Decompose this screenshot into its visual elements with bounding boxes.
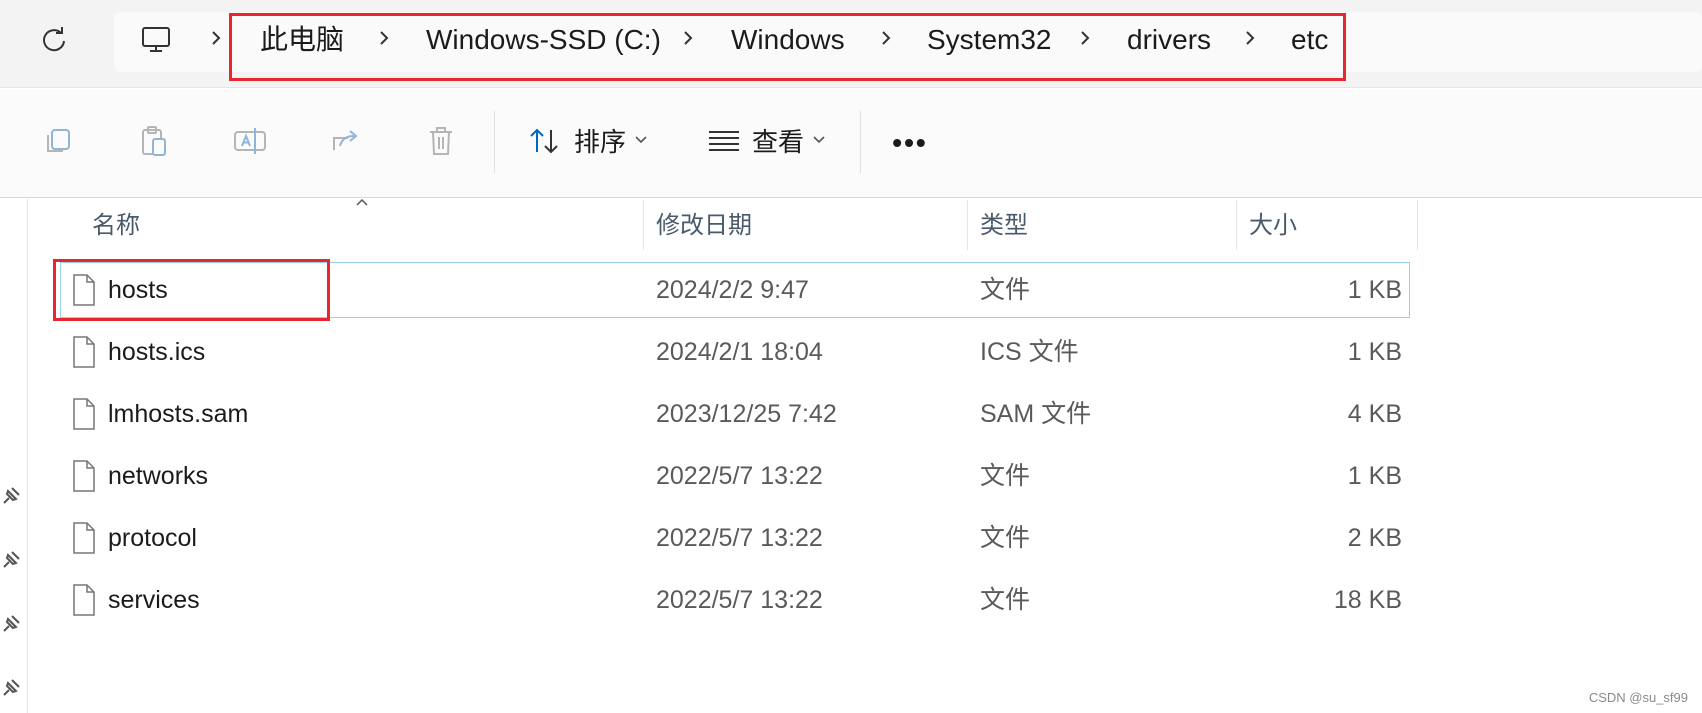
file-icon xyxy=(73,398,95,430)
view-label[interactable]: 查看 xyxy=(752,123,804,161)
chevron-down-icon[interactable] xyxy=(634,133,648,147)
delete-button[interactable] xyxy=(421,121,461,161)
file-name[interactable]: services xyxy=(108,583,200,617)
file-size: 2 KB xyxy=(1347,524,1402,552)
column-divider[interactable] xyxy=(1417,200,1418,250)
copy-icon xyxy=(47,129,70,152)
more-options-button[interactable]: ••• xyxy=(888,125,932,161)
file-size: 18 KB xyxy=(1333,586,1402,614)
paste-button[interactable] xyxy=(134,121,174,161)
file-type: 文件 xyxy=(980,586,1031,614)
sort-ascending-icon xyxy=(356,198,368,206)
chevron-right-icon[interactable] xyxy=(208,26,224,50)
file-date: 2023/12/25 7:42 xyxy=(656,400,837,428)
file-size: 1 KB xyxy=(1347,338,1402,366)
annotation-box-path xyxy=(229,13,1346,81)
this-pc-button[interactable] xyxy=(138,22,174,58)
computer-icon xyxy=(142,27,170,52)
file-size: 4 KB xyxy=(1347,400,1402,428)
sort-label[interactable]: 排序 xyxy=(574,123,626,161)
share-button[interactable] xyxy=(326,121,366,161)
annotation-box-hosts xyxy=(53,259,330,321)
file-size: 1 KB xyxy=(1347,462,1402,490)
file-name[interactable]: networks xyxy=(108,459,208,493)
file-icon xyxy=(73,460,95,492)
column-divider[interactable] xyxy=(1236,200,1237,250)
rename-button[interactable] xyxy=(230,121,270,161)
column-header-size[interactable]: 大小 xyxy=(1249,212,1297,240)
file-date: 2022/5/7 13:22 xyxy=(656,586,823,614)
pin-icon[interactable] xyxy=(0,613,22,635)
column-divider[interactable] xyxy=(643,200,644,250)
refresh-button[interactable] xyxy=(36,22,72,58)
pin-icon[interactable] xyxy=(0,485,22,507)
column-divider[interactable] xyxy=(967,200,968,250)
file-size: 1 KB xyxy=(1347,276,1402,304)
more-icon: ••• xyxy=(892,127,928,158)
navigation-pane[interactable] xyxy=(0,199,28,713)
column-header-name[interactable]: 名称 xyxy=(92,212,140,240)
toolbar-divider xyxy=(494,111,495,173)
file-type: 文件 xyxy=(980,276,1031,304)
file-icon xyxy=(73,522,95,554)
file-type: SAM 文件 xyxy=(980,400,1092,428)
sort-icon xyxy=(530,128,558,154)
file-name[interactable]: lmhosts.sam xyxy=(108,397,248,431)
file-type: ICS 文件 xyxy=(980,338,1079,366)
view-icon xyxy=(709,131,739,151)
file-type: 文件 xyxy=(980,462,1031,490)
view-button[interactable] xyxy=(704,121,744,161)
watermark: CSDN @su_sf99 xyxy=(1588,690,1688,705)
chevron-down-icon[interactable] xyxy=(812,133,826,147)
file-date: 2024/2/1 18:04 xyxy=(656,338,823,366)
pin-icon[interactable] xyxy=(0,549,22,571)
rename-icon xyxy=(234,128,266,154)
file-name[interactable]: hosts.ics xyxy=(108,335,205,369)
sort-button[interactable] xyxy=(524,121,564,161)
paste-icon xyxy=(142,126,166,156)
copy-button[interactable] xyxy=(38,121,78,161)
file-date: 2022/5/7 13:22 xyxy=(656,462,823,490)
column-header-date[interactable]: 修改日期 xyxy=(656,212,752,240)
file-type: 文件 xyxy=(980,524,1031,552)
file-date: 2024/2/2 9:47 xyxy=(656,276,809,304)
column-header-type[interactable]: 类型 xyxy=(980,212,1028,240)
delete-icon xyxy=(430,127,452,155)
refresh-icon xyxy=(43,27,65,52)
file-name[interactable]: protocol xyxy=(108,521,197,555)
toolbar-divider xyxy=(860,111,861,173)
share-icon xyxy=(333,130,358,150)
file-icon xyxy=(73,584,95,616)
command-bar: 排序 查看 ••• xyxy=(0,89,1702,198)
file-date: 2022/5/7 13:22 xyxy=(656,524,823,552)
pin-icon[interactable] xyxy=(0,677,22,699)
file-icon xyxy=(73,336,95,368)
